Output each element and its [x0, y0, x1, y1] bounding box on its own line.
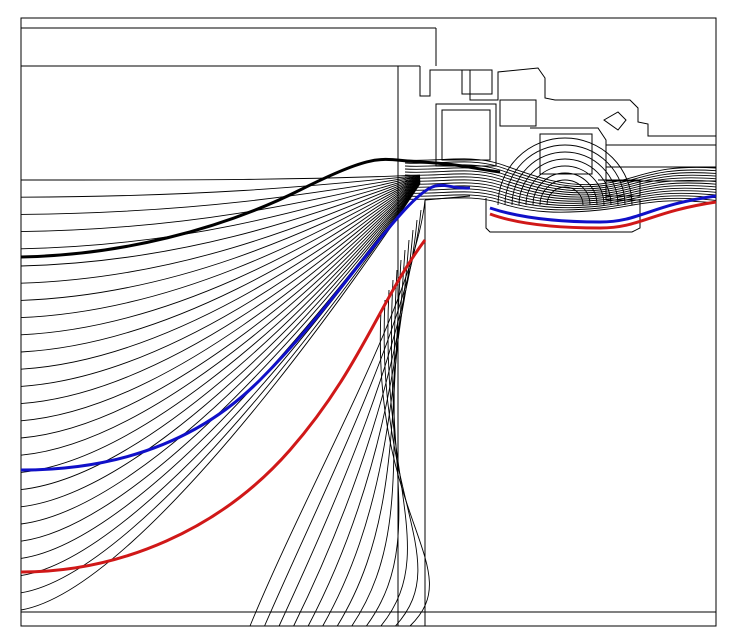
isotherm-line: [20, 180, 421, 473]
isotherm-line: [20, 176, 421, 250]
glazing-unit: [605, 144, 717, 168]
isotherm-line: [20, 177, 421, 301]
highlighted-isotherms: [20, 157, 717, 574]
wall-section: [21, 27, 716, 626]
window-frame-profile: [419, 66, 717, 233]
frame-isotherm-line: [497, 137, 633, 206]
gasket-hook: [603, 111, 627, 131]
frame-chamber-main: [435, 103, 497, 167]
frame-isotherm-lines: [404, 137, 717, 213]
frame-chamber-mid: [499, 99, 537, 127]
isotherm-line: [20, 174, 421, 181]
isotherm-line: [20, 179, 421, 439]
frame-chamber-top: [461, 69, 493, 95]
isotherm-lines: [20, 174, 430, 627]
isotherm-line: [383, 299, 419, 627]
glazing-pane: [605, 166, 717, 182]
isotherm-diagram: [0, 0, 738, 628]
diagram-svg: [20, 17, 717, 627]
isotherm-line: [20, 182, 421, 577]
frame-isotherm-line: [511, 151, 619, 206]
isotherm-line: [249, 199, 426, 627]
frame-outer-profile: [419, 66, 716, 137]
frame-chamber-inner: [441, 109, 491, 161]
black-isotherm: [20, 157, 501, 259]
